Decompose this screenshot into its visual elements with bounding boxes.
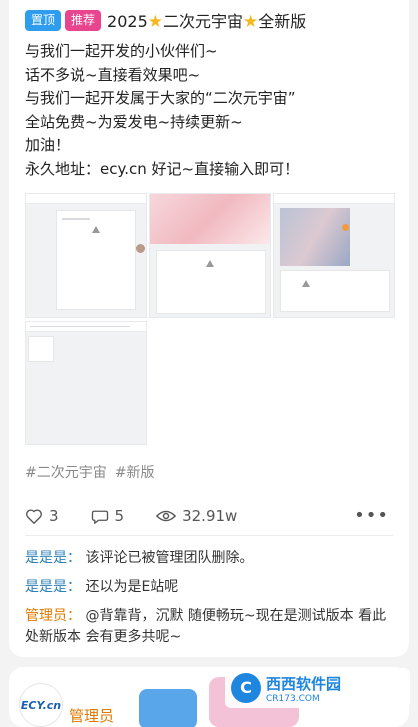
screenshot-thumb[interactable] [25,321,147,445]
watermark: C 西西软件园 CR173.COM [225,668,410,708]
comment-text: 还以为是E站呢 [85,579,179,595]
divider [25,535,393,536]
tag-link[interactable]: #二次元宇宙 [25,462,107,482]
post-stats: 3 5 32.91w ••• [25,505,393,527]
body-line: 与我们一起开发的小伙伴们~ [25,42,218,60]
title-suffix: 全新版 [258,12,307,31]
post-card[interactable]: 置顶 推荐 2025★二次元宇宙★全新版 与我们一起开发的小伙伴们~ 话不多说~… [9,0,409,657]
screenshot-thumb[interactable] [149,193,271,318]
view-count: 32.91w [182,507,238,525]
like-count: 3 [49,507,59,525]
views-stat: 32.91w [156,507,237,525]
comment-item[interactable]: 是是是： 该评论已被管理团队删除。 [25,548,393,569]
comment-item[interactable]: 管理员： @背靠背，沉默 随便畅玩~现在是测试版本 看此处新版本 会有更多共呢~ [25,606,393,648]
author-name[interactable]: 管理员 [69,705,114,726]
comment-button[interactable]: 5 [91,507,125,525]
post-body: 与我们一起开发的小伙伴们~ 话不多说~直接看效果吧~ 与我们一起开发属于大家的“… [25,40,299,181]
tag-link[interactable]: #新版 [115,462,155,482]
title-prefix: 2025 [107,12,148,31]
body-line: 永久地址：ecy.cn 好记~直接输入即可！ [25,159,300,178]
comment-item[interactable]: 是是是： 还以为是E站呢 [25,577,393,598]
commenter-name[interactable]: 是是是： [25,550,81,566]
body-line: 与我们一起开发属于大家的“二次元宇宙” [25,89,296,107]
comment-list: 是是是： 该评论已被管理团队删除。 是是是： 还以为是E站呢 管理员： @背靠背… [25,540,393,648]
more-options-icon[interactable]: ••• [354,505,389,526]
screenshot-thumb[interactable] [273,193,395,318]
decoration-image [139,689,197,727]
screenshot-thumb[interactable] [25,193,147,318]
post-title-row: 置顶 推荐 2025★二次元宇宙★全新版 [25,8,306,32]
admin-name[interactable]: 管理员： [25,608,81,624]
site-logo: ECY.cn [19,683,63,727]
comment-text: 该评论已被管理团队删除。 [85,550,254,566]
commenter-name[interactable]: 是是是： [25,579,81,595]
heart-icon [26,508,42,524]
pinned-badge: 置顶 [25,9,62,31]
tag-list: #二次元宇宙 #新版 [25,462,154,482]
comment-count: 5 [114,507,125,525]
watermark-logo-icon: C [231,673,261,703]
body-line: 全站免费~为爱发电~持续更新~ [25,112,243,131]
eye-icon [156,510,177,522]
body-line: 加油！ [25,136,71,154]
watermark-domain: CR173.COM [266,693,320,704]
screenshot-grid [25,193,395,445]
recommend-badge: 推荐 [65,9,102,31]
title-mid: 二次元宇宙 [163,12,244,31]
comment-icon [91,510,108,524]
like-button[interactable]: 3 [25,507,59,525]
star-icon: ★ [147,12,163,32]
watermark-brand: 西西软件园 [266,674,342,693]
star-icon: ★ [243,12,259,32]
body-line: 话不多说~直接看效果吧~ [25,65,201,84]
post-title[interactable]: 2025★二次元宇宙★全新版 [107,8,306,32]
